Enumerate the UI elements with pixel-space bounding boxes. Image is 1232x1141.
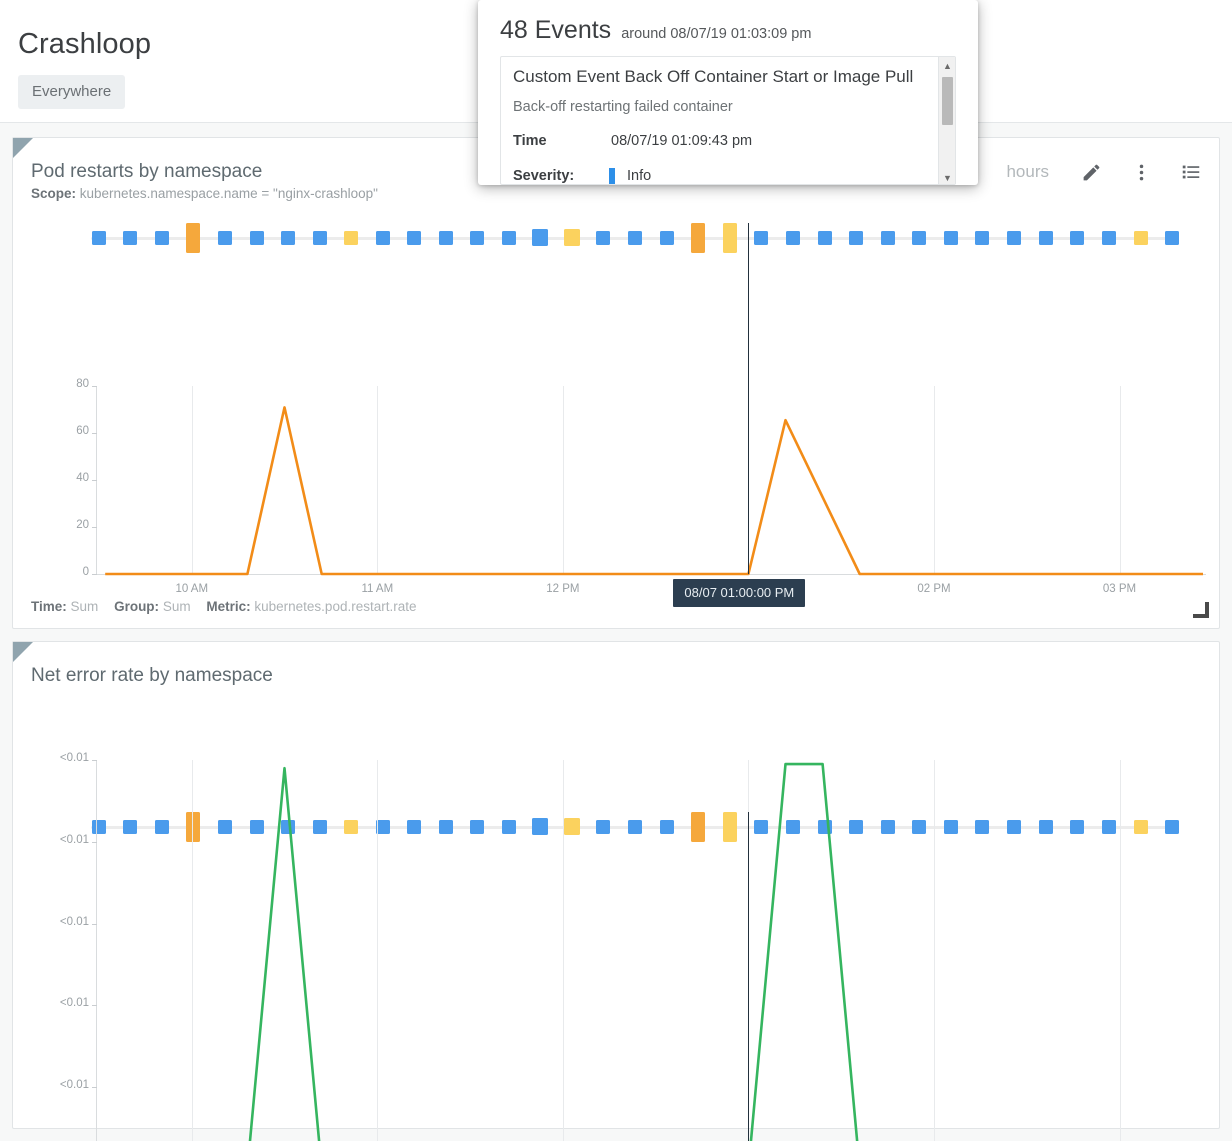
- chart-series-layer: [13, 698, 1219, 1141]
- footer-key: Metric:: [206, 599, 250, 614]
- scope-filter-chip[interactable]: Everywhere: [18, 75, 125, 109]
- widget-net-error-rate[interactable]: Net error rate by namespace 10 AM11 AM12…: [12, 641, 1220, 1129]
- widget-pod-restarts[interactable]: Pod restarts by namespace Scope: kuberne…: [12, 137, 1220, 629]
- severity-color-bar: [609, 168, 615, 185]
- events-list-scrollbar[interactable]: ▲ ▼: [938, 57, 955, 185]
- widget-footer: Time: Sum Group: Sum Metric: kubernetes.…: [31, 599, 428, 614]
- event-time-value: 08/07/19 01:09:43 pm: [611, 133, 752, 149]
- series-line: [105, 407, 1203, 574]
- footer-pair-metric: Metric: kubernetes.pod.restart.rate: [206, 599, 416, 614]
- chart-series-layer: [13, 138, 1219, 608]
- page-title: Crashloop: [18, 28, 151, 61]
- footer-key: Time:: [31, 599, 67, 614]
- crosshair-tooltip: 08/07 01:00:00 PM: [673, 579, 805, 607]
- footer-value: Sum: [163, 599, 191, 614]
- dashboard-board: Pod restarts by namespace Scope: kuberne…: [0, 123, 1232, 1141]
- widget-resize-handle[interactable]: [1193, 602, 1209, 618]
- chart-plot-pod-restarts[interactable]: 10 AM11 AM12 PM01 PM02 PM03 PM0204060800…: [13, 138, 1219, 608]
- scroll-up-icon[interactable]: ▲: [939, 57, 956, 74]
- widget-title: Net error rate by namespace: [31, 665, 273, 687]
- widget-corner-flag-icon: [13, 642, 33, 662]
- series-line: [105, 764, 1203, 1141]
- events-popup[interactable]: 48 Events around 08/07/19 01:03:09 pm Cu…: [478, 0, 978, 185]
- footer-value: Sum: [71, 599, 99, 614]
- event-description: Back-off restarting failed container: [513, 99, 733, 115]
- event-severity-key: Severity:: [513, 168, 574, 184]
- event-time-key: Time: [513, 133, 547, 149]
- scroll-down-icon[interactable]: ▼: [939, 169, 956, 185]
- crosshair-line: [748, 812, 749, 1141]
- events-list[interactable]: Custom Event Back Off Container Start or…: [500, 56, 956, 185]
- footer-value: kubernetes.pod.restart.rate: [254, 599, 416, 614]
- events-count: 48 Events: [500, 16, 611, 45]
- event-severity-value: Info: [627, 168, 651, 184]
- event-title[interactable]: Custom Event Back Off Container Start or…: [513, 67, 913, 87]
- chart-plot-net-error-rate[interactable]: 10 AM11 AM12 PM01 PM02 PM03 PM0<0.01<0.0…: [13, 698, 1219, 1141]
- crosshair-line: [748, 223, 749, 574]
- events-popup-header: 48 Events around 08/07/19 01:03:09 pm: [500, 16, 811, 45]
- footer-pair-time: Time: Sum: [31, 599, 102, 614]
- footer-key: Group:: [114, 599, 159, 614]
- events-around: around 08/07/19 01:03:09 pm: [621, 26, 811, 42]
- footer-pair-group: Group: Sum: [114, 599, 194, 614]
- scrollbar-thumb[interactable]: [942, 77, 953, 125]
